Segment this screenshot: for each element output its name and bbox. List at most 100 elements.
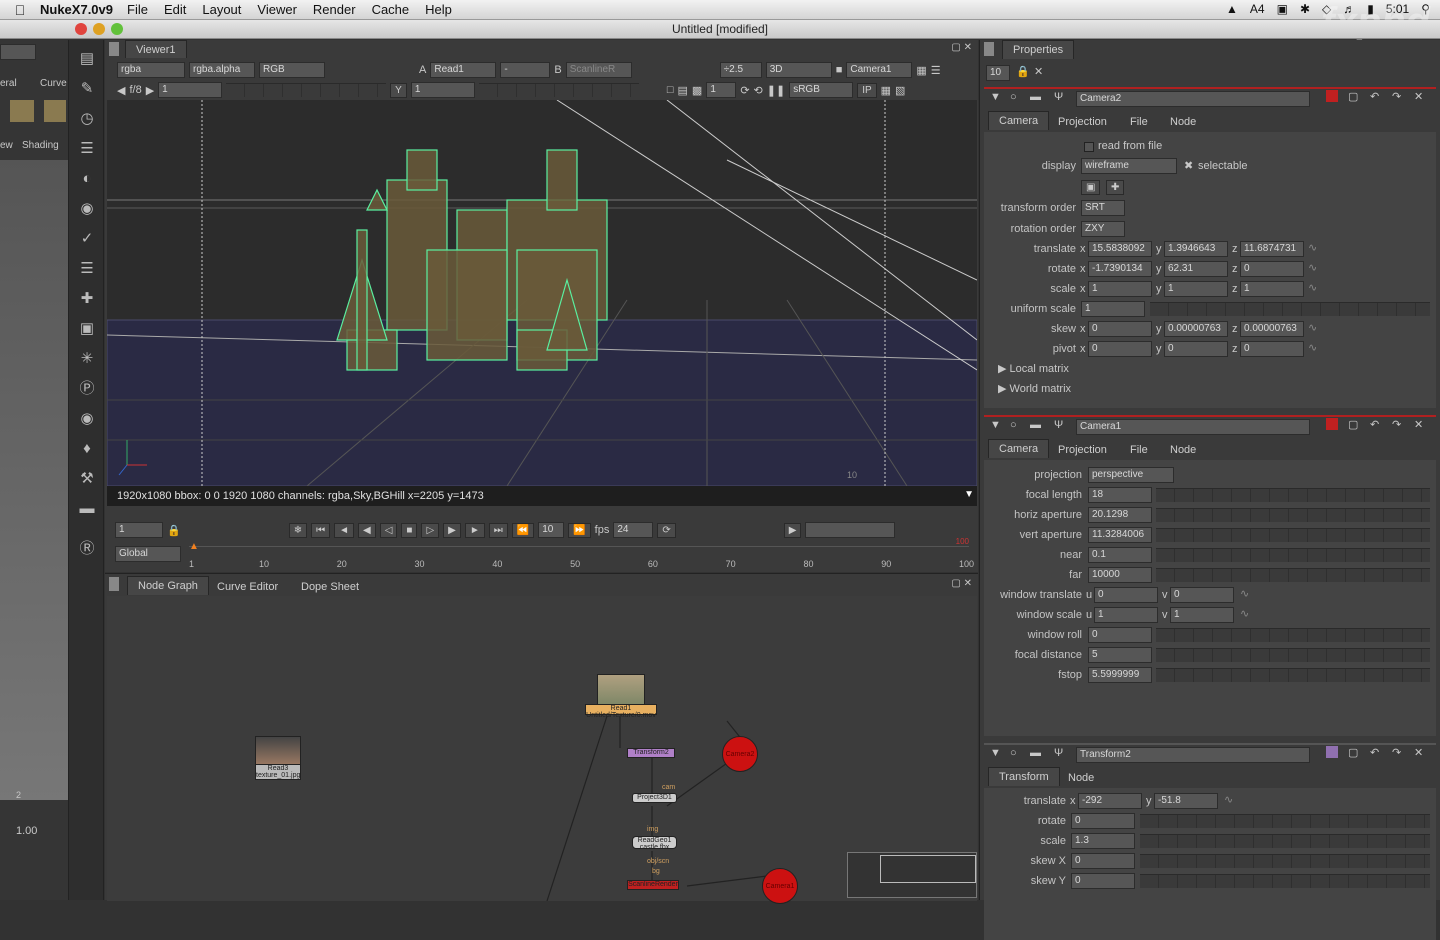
display-dropdown[interactable]: wireframe (1081, 158, 1177, 174)
transform2-tab-transform[interactable]: Transform (988, 767, 1060, 786)
rotate-z-field[interactable]: 0 (1240, 261, 1304, 277)
camera1-float-icon[interactable]: ▢ (1348, 418, 1358, 431)
notification-icon[interactable]: ▲ (1226, 2, 1238, 16)
timeline-ruler[interactable]: ▲ 100 1 10 20 30 40 50 60 70 80 90 100 (189, 537, 974, 570)
loop-mode-button[interactable]: ⟳ (657, 522, 676, 538)
menu-render[interactable]: Render (313, 2, 356, 17)
camera1-undo-icon[interactable]: ↶ (1370, 418, 1379, 431)
nodegraph-close-icon[interactable]: ▢ ✕ (951, 578, 972, 589)
bluetooth-icon[interactable]: ✱ (1300, 2, 1310, 16)
focal-distance-field[interactable]: 5 (1088, 647, 1152, 663)
left-3d-view[interactable] (0, 160, 68, 800)
gain-field[interactable]: 1 (158, 82, 223, 98)
read3-node-label[interactable]: Read3 texture_01.jpg (255, 764, 301, 780)
apple-menu-icon[interactable]:  (0, 2, 40, 18)
window-roll-field[interactable]: 0 (1088, 627, 1152, 643)
fstop-next-icon[interactable]: ▶ (146, 84, 154, 97)
skew-y-field[interactable]: 0.00000763 (1164, 321, 1228, 337)
transform2-collapse-icon[interactable]: ▼ (990, 747, 1001, 759)
left-tab-general[interactable]: eral (0, 78, 17, 89)
clear-panels-icon[interactable]: ✕ (1034, 65, 1043, 78)
camera2-tab-camera[interactable]: Camera (988, 111, 1050, 130)
rotate-x-field[interactable]: -1.7390134 (1088, 261, 1152, 277)
scanlinerender-node[interactable]: ScanlineRender (627, 880, 679, 890)
camera2-collapse-icon[interactable]: ▼ (990, 91, 1001, 103)
merge-toolbar-icon[interactable]: ☰ (76, 258, 98, 280)
furnace-toolbar-icon[interactable]: Ⓡ (76, 538, 98, 560)
app-menu[interactable]: NukeX7.0v9 (40, 2, 113, 17)
camera-dropdown[interactable]: Camera1 (846, 62, 913, 78)
window-scale-u-field[interactable]: 1 (1094, 607, 1158, 623)
fstop-prev-icon[interactable]: ◀ (117, 84, 125, 97)
pivot-anim-icon[interactable]: ∿ (1308, 341, 1317, 354)
3d-viewport[interactable]: 10 (107, 100, 977, 486)
t2-scale-field[interactable]: 1.3 (1071, 833, 1135, 849)
pivot-x-field[interactable]: 0 (1088, 341, 1152, 357)
projection-dropdown[interactable]: perspective (1088, 467, 1174, 483)
camera1-collapse-icon[interactable]: ▼ (990, 419, 1001, 431)
read1-node-label[interactable]: Read1 Untitled/Texture/0.mov (585, 704, 657, 719)
other-toolbar-icon[interactable]: ▬ (76, 498, 98, 520)
stop-button[interactable]: ■ (401, 522, 418, 538)
first-frame-button[interactable]: ⏮ (311, 522, 331, 538)
t2-rotate-field[interactable]: 0 (1071, 813, 1135, 829)
uniform-scale-field[interactable]: 1 (1081, 301, 1145, 317)
transform2-tile-color[interactable] (1326, 746, 1338, 758)
skip-forward-button[interactable]: ⏩ (568, 522, 591, 538)
current-frame-field[interactable]: 1 (115, 522, 163, 538)
translate-z-field[interactable]: 11.6874731 (1240, 241, 1304, 257)
rotate-anim-icon[interactable]: ∿ (1308, 261, 1317, 274)
near-slider[interactable] (1156, 548, 1430, 562)
menu-viewer[interactable]: Viewer (257, 2, 297, 17)
translate-x-field[interactable]: 15.5838092 (1088, 241, 1152, 257)
t2-rotate-slider[interactable] (1140, 814, 1430, 828)
translate-anim-icon[interactable]: ∿ (1308, 241, 1317, 254)
menu-layout[interactable]: Layout (202, 2, 241, 17)
cylinder-icon[interactable] (44, 100, 66, 122)
panel-grip-icon[interactable] (984, 42, 994, 56)
menu-file[interactable]: File (127, 2, 148, 17)
3d-toolbar-icon[interactable]: ▣ (76, 318, 98, 340)
particles-toolbar-icon[interactable]: ✳ (76, 348, 98, 370)
menu-icon[interactable]: ☰ (931, 64, 941, 77)
camera1-tab-node[interactable]: Node (1160, 441, 1206, 459)
left-tab-shading[interactable]: Shading (22, 140, 59, 151)
metadata-toolbar-icon[interactable]: ♦ (76, 438, 98, 460)
input-a-op-dropdown[interactable]: - (500, 62, 551, 78)
horiz-aperture-slider[interactable] (1156, 508, 1430, 522)
minimap-viewport[interactable] (880, 855, 976, 883)
refresh-icon[interactable]: ⟳ (740, 84, 749, 97)
camera2-float-icon[interactable]: ▢ (1348, 90, 1358, 103)
input-a-dropdown[interactable]: Read1 (430, 62, 497, 78)
screen-icon[interactable]: ▣ (1277, 2, 1288, 16)
transform-order-dropdown[interactable]: SRT (1081, 200, 1125, 216)
camera2-name-field[interactable]: Camera2 (1076, 91, 1310, 107)
near-field[interactable]: 0.1 (1088, 547, 1152, 563)
horiz-aperture-field[interactable]: 20.1298 (1088, 507, 1152, 523)
downrez-dropdown[interactable]: 1 (706, 82, 737, 98)
world-matrix-toggle[interactable]: ▶ World matrix (998, 382, 1071, 395)
fps-field[interactable]: 24 (613, 522, 654, 538)
fstop-slider[interactable] (1156, 668, 1430, 682)
transform2-hide-icon[interactable]: ○ (1010, 747, 1017, 759)
camera1-redo-icon[interactable]: ↷ (1392, 418, 1401, 431)
camera2-center-icon[interactable]: ▬ (1030, 91, 1041, 103)
input-b-dropdown[interactable]: ScanlineR (565, 62, 632, 78)
window-scale-anim-icon[interactable]: ∿ (1240, 607, 1249, 620)
camera1-name-field[interactable]: Camera1 (1076, 419, 1310, 435)
window-translate-u-field[interactable]: 0 (1094, 587, 1158, 603)
channels-dropdown[interactable]: rgba (117, 62, 185, 78)
gamma-toggle[interactable]: Y (390, 82, 407, 98)
scale-y-field[interactable]: 1 (1164, 281, 1228, 297)
far-slider[interactable] (1156, 568, 1430, 582)
panel-grip-icon[interactable] (109, 577, 119, 591)
keyer-toolbar-icon[interactable]: ✓ (76, 228, 98, 250)
scale-z-field[interactable]: 1 (1240, 281, 1304, 297)
transform2-name-field[interactable]: Transform2 (1076, 747, 1310, 763)
menu-edit[interactable]: Edit (164, 2, 186, 17)
prev-key-button[interactable]: ◄ (334, 522, 354, 538)
play-forward-button[interactable]: ▷ (421, 522, 440, 538)
selectable-checkbox[interactable]: ✖ (1184, 159, 1193, 172)
max-panels-field[interactable]: 10 (986, 65, 1010, 81)
channel-toolbar-icon[interactable]: ☰ (76, 138, 98, 160)
